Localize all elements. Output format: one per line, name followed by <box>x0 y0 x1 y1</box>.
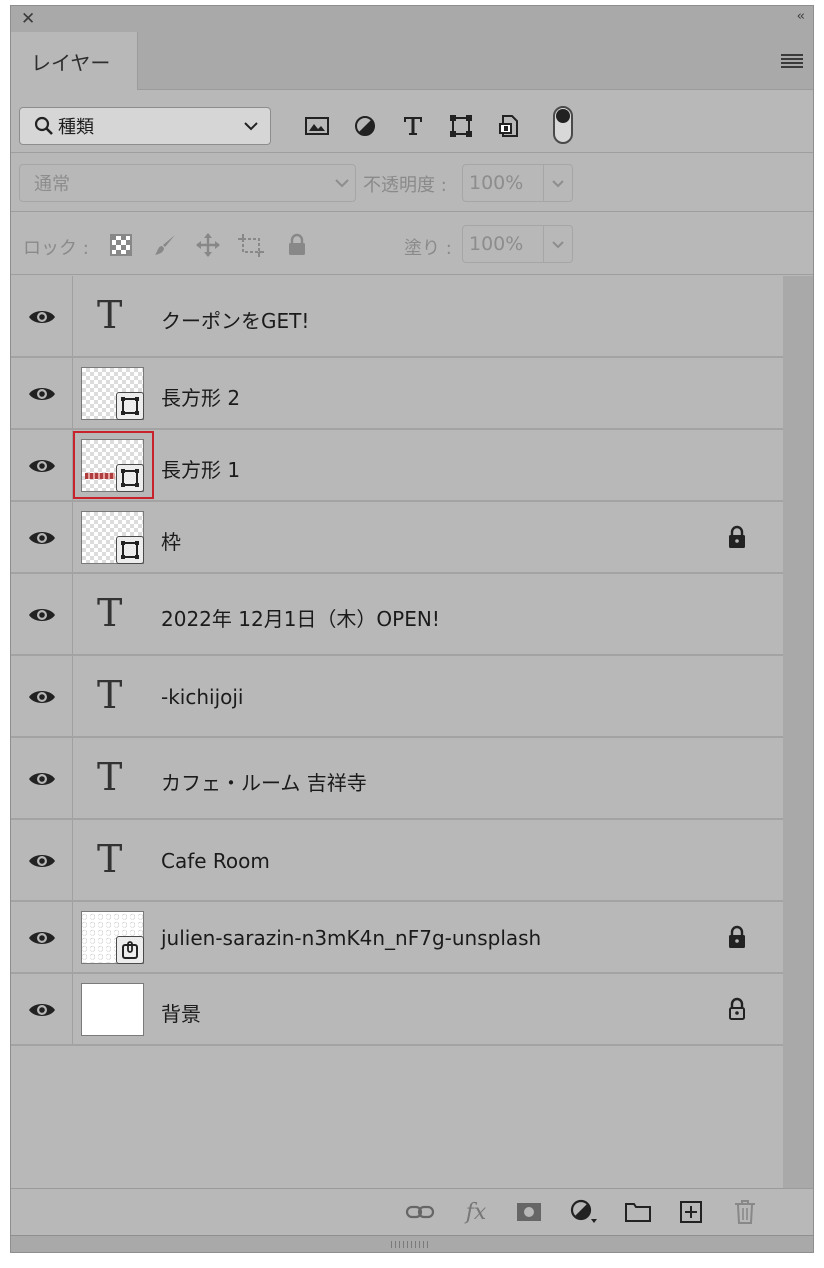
layer-name: -kichijoji <box>161 685 244 709</box>
add-mask-icon[interactable] <box>514 1199 544 1225</box>
eye-icon[interactable] <box>27 384 57 404</box>
filter-toggle-switch[interactable] <box>553 106 573 144</box>
tab-layers[interactable]: レイヤー <box>11 32 138 90</box>
eye-icon[interactable] <box>27 307 57 327</box>
fx-button[interactable]: fx <box>461 1199 491 1225</box>
eye-icon[interactable] <box>27 687 57 707</box>
layer-row[interactable]: 背景 <box>11 974 783 1046</box>
tab-bar: レイヤー <box>11 32 813 90</box>
layer-name: 2022年 12月1日（木）OPEN! <box>161 607 440 631</box>
chevron-down-icon <box>552 180 564 188</box>
layer-row[interactable]: 枠 <box>11 502 783 574</box>
opacity-label: 不透明度 : <box>363 175 447 196</box>
layer-name: 長方形 1 <box>161 458 241 482</box>
partial-lock-icon[interactable] <box>725 996 749 1022</box>
eye-icon[interactable] <box>27 1000 57 1020</box>
chevron-down-icon <box>244 122 258 131</box>
opacity-dropdown[interactable] <box>544 164 573 202</box>
eye-icon[interactable] <box>27 456 57 476</box>
lock-icon[interactable] <box>725 924 749 950</box>
shape-badge-icon <box>116 536 144 564</box>
panel-titlebar: ✕ ‹‹ <box>11 6 813 32</box>
opacity-field[interactable]: 100% <box>462 164 544 202</box>
type-filter-icon[interactable] <box>399 113 427 139</box>
shape-filter-icon[interactable] <box>447 113 475 139</box>
link-layers-icon[interactable] <box>405 1199 435 1225</box>
collapse-icon[interactable]: ‹‹ <box>797 9 806 24</box>
lock-label: ロック : <box>23 238 89 259</box>
layer-row[interactable]: T Cafe Room <box>11 820 783 902</box>
adjustment-filter-icon[interactable] <box>351 113 379 139</box>
fill-dropdown[interactable] <box>544 225 573 263</box>
image-filter-icon[interactable] <box>303 113 331 139</box>
layer-name: クーポンをGET! <box>161 309 310 333</box>
resize-grip[interactable] <box>11 1235 813 1252</box>
text-layer-icon: T <box>97 755 123 799</box>
lock-all-icon[interactable] <box>283 231 311 259</box>
text-layer-icon: T <box>97 673 123 717</box>
layer-row[interactable]: 長方形 2 <box>11 358 783 430</box>
chevron-down-icon <box>552 241 564 249</box>
layer-row[interactable]: julien-sarazin-n3mK4n_nF7g-unsplash <box>11 902 783 974</box>
layer-name: 長方形 2 <box>161 386 241 410</box>
scrollbar-track[interactable] <box>783 276 813 1188</box>
panel-menu-icon[interactable] <box>781 54 803 68</box>
filter-row: 種類 <box>11 91 813 153</box>
layer-name: 枠 <box>161 530 181 554</box>
new-layer-icon[interactable] <box>676 1199 706 1225</box>
text-layer-icon: T <box>97 293 123 337</box>
lock-position-icon[interactable] <box>194 231 222 259</box>
layer-thumbnail[interactable] <box>81 983 144 1036</box>
chevron-down-icon <box>335 179 349 188</box>
bottom-toolbar: fx <box>11 1188 813 1234</box>
layer-name: julien-sarazin-n3mK4n_nF7g-unsplash <box>161 926 542 950</box>
new-group-icon[interactable] <box>623 1199 653 1225</box>
layer-thumbnail[interactable] <box>81 911 144 964</box>
layer-name: カフェ・ルーム 吉祥寺 <box>161 771 367 795</box>
shape-badge-icon <box>116 392 144 420</box>
layer-row[interactable]: T カフェ・ルーム 吉祥寺 <box>11 738 783 820</box>
eye-icon[interactable] <box>27 851 57 871</box>
layers-list: T クーポンをGET! 長方形 2 長方形 1 枠 T 2022年 12月1日（… <box>11 276 783 1188</box>
fill-field[interactable]: 100% <box>462 225 544 263</box>
layer-thumbnail[interactable] <box>81 367 144 420</box>
layers-panel: ✕ ‹‹ レイヤー 種類 通常 不透明度: 100% ロック: 塗り: 1… <box>10 5 814 1253</box>
text-layer-icon: T <box>97 591 123 635</box>
trash-icon[interactable] <box>730 1199 760 1225</box>
blend-mode-select[interactable]: 通常 <box>19 164 356 202</box>
fill-label: 塗り : <box>404 238 452 259</box>
filter-kind-label: 種類 <box>58 117 94 138</box>
layer-name: 背景 <box>161 1002 201 1026</box>
lock-image-pixels-icon[interactable] <box>151 231 179 259</box>
layer-row[interactable]: T 2022年 12月1日（木）OPEN! <box>11 574 783 656</box>
shape-badge-icon <box>116 464 144 492</box>
lock-transparent-pixels-icon[interactable] <box>107 231 135 259</box>
layer-thumbnail[interactable] <box>81 511 144 564</box>
layer-thumbnail[interactable] <box>81 439 144 492</box>
eye-icon[interactable] <box>27 769 57 789</box>
smart-object-filter-icon[interactable] <box>495 113 523 139</box>
layer-row[interactable]: T クーポンをGET! <box>11 276 783 358</box>
layer-name: Cafe Room <box>161 849 270 873</box>
eye-icon[interactable] <box>27 528 57 548</box>
lock-artboard-icon[interactable] <box>237 231 265 259</box>
text-layer-icon: T <box>97 837 123 881</box>
lock-row: ロック : 塗り : 100% <box>11 213 813 275</box>
layer-row[interactable]: T -kichijoji <box>11 656 783 738</box>
close-icon[interactable]: ✕ <box>21 9 35 29</box>
eye-icon[interactable] <box>27 605 57 625</box>
filter-kind-select[interactable]: 種類 <box>19 107 271 145</box>
blend-row: 通常 不透明度 : 100% <box>11 154 813 212</box>
eye-icon[interactable] <box>27 928 57 948</box>
smart-object-badge-icon <box>116 936 144 964</box>
search-icon <box>34 116 53 135</box>
layer-row[interactable]: 長方形 1 <box>11 430 783 502</box>
lock-icon[interactable] <box>725 524 749 550</box>
blend-mode-value: 通常 <box>34 174 70 195</box>
adjustment-layer-icon[interactable] <box>568 1199 598 1225</box>
